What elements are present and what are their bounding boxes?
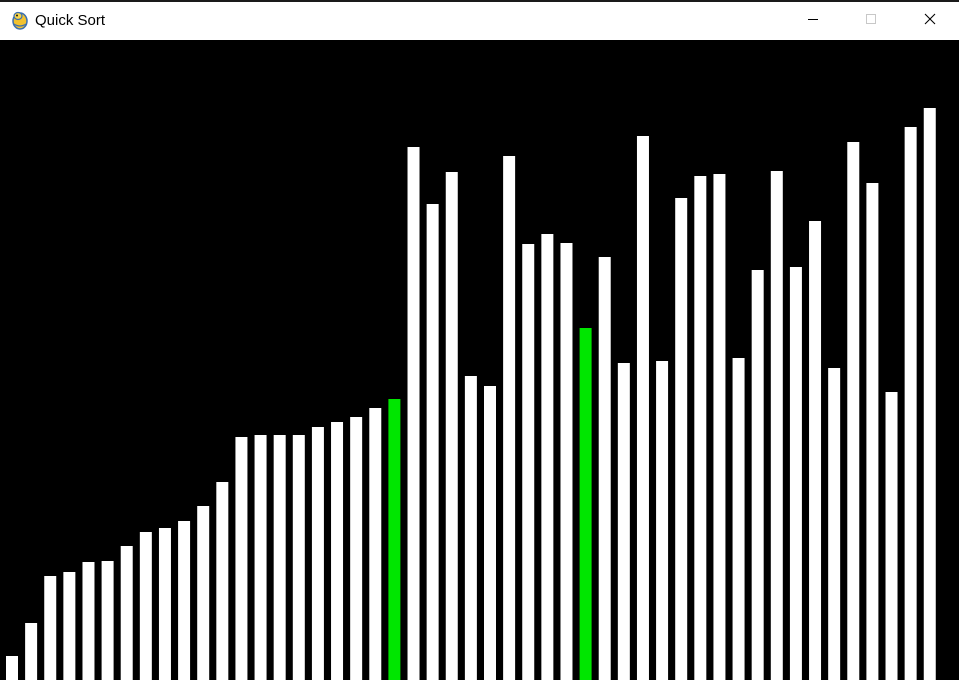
maximize-button[interactable]: [848, 2, 894, 40]
minimize-button[interactable]: [790, 2, 836, 40]
bar: [254, 435, 267, 680]
bar: [809, 221, 822, 680]
bar: [44, 576, 57, 680]
bar: [636, 136, 649, 680]
bar: [235, 437, 248, 680]
bar: [713, 174, 726, 680]
bar: [598, 257, 611, 680]
bar: [6, 656, 18, 680]
bar: [828, 368, 841, 680]
bar: [732, 358, 745, 680]
bar: [25, 623, 38, 680]
bar: [923, 108, 936, 680]
maximize-icon: [865, 12, 877, 30]
bar: [311, 427, 324, 680]
bar: [904, 127, 917, 680]
window-title: Quick Sort: [35, 12, 106, 29]
bar: [617, 363, 630, 680]
bar: [331, 422, 344, 680]
bar: [541, 234, 554, 680]
bar: [369, 408, 382, 680]
bar: [178, 521, 191, 680]
bar: [675, 198, 688, 680]
bar: [101, 561, 114, 680]
bar: [350, 417, 363, 680]
title-bar[interactable]: Quick Sort: [0, 2, 959, 40]
bar: [120, 546, 133, 680]
close-button[interactable]: [907, 2, 953, 40]
bar: [866, 183, 879, 680]
bar: [847, 142, 860, 680]
bar: [751, 270, 764, 680]
bar: [216, 482, 229, 680]
minimize-icon: [807, 12, 819, 30]
bar: [770, 171, 783, 680]
bar: [789, 267, 802, 680]
bar: [407, 147, 420, 680]
bar: [522, 244, 535, 680]
bar: [885, 392, 898, 680]
close-icon: [924, 12, 936, 30]
bar: [197, 506, 210, 680]
sort-canvas: [0, 40, 959, 680]
bar: [158, 528, 171, 680]
bar: [560, 243, 573, 680]
bar: [273, 435, 286, 680]
bar: [694, 176, 707, 680]
bar: [292, 435, 305, 680]
bar: [503, 156, 516, 680]
highlighted-bar: [388, 399, 401, 680]
bar: [139, 532, 152, 680]
bar: [426, 204, 439, 680]
bar: [484, 386, 496, 680]
pygame-snake-icon: [10, 10, 30, 30]
bar-chart: [6, 108, 936, 680]
bar: [464, 376, 477, 680]
bar: [82, 562, 95, 680]
highlighted-bar: [579, 328, 592, 680]
bar: [445, 172, 458, 680]
bar: [63, 572, 76, 680]
bar: [656, 361, 669, 680]
app-window: Quick Sort: [0, 0, 959, 680]
